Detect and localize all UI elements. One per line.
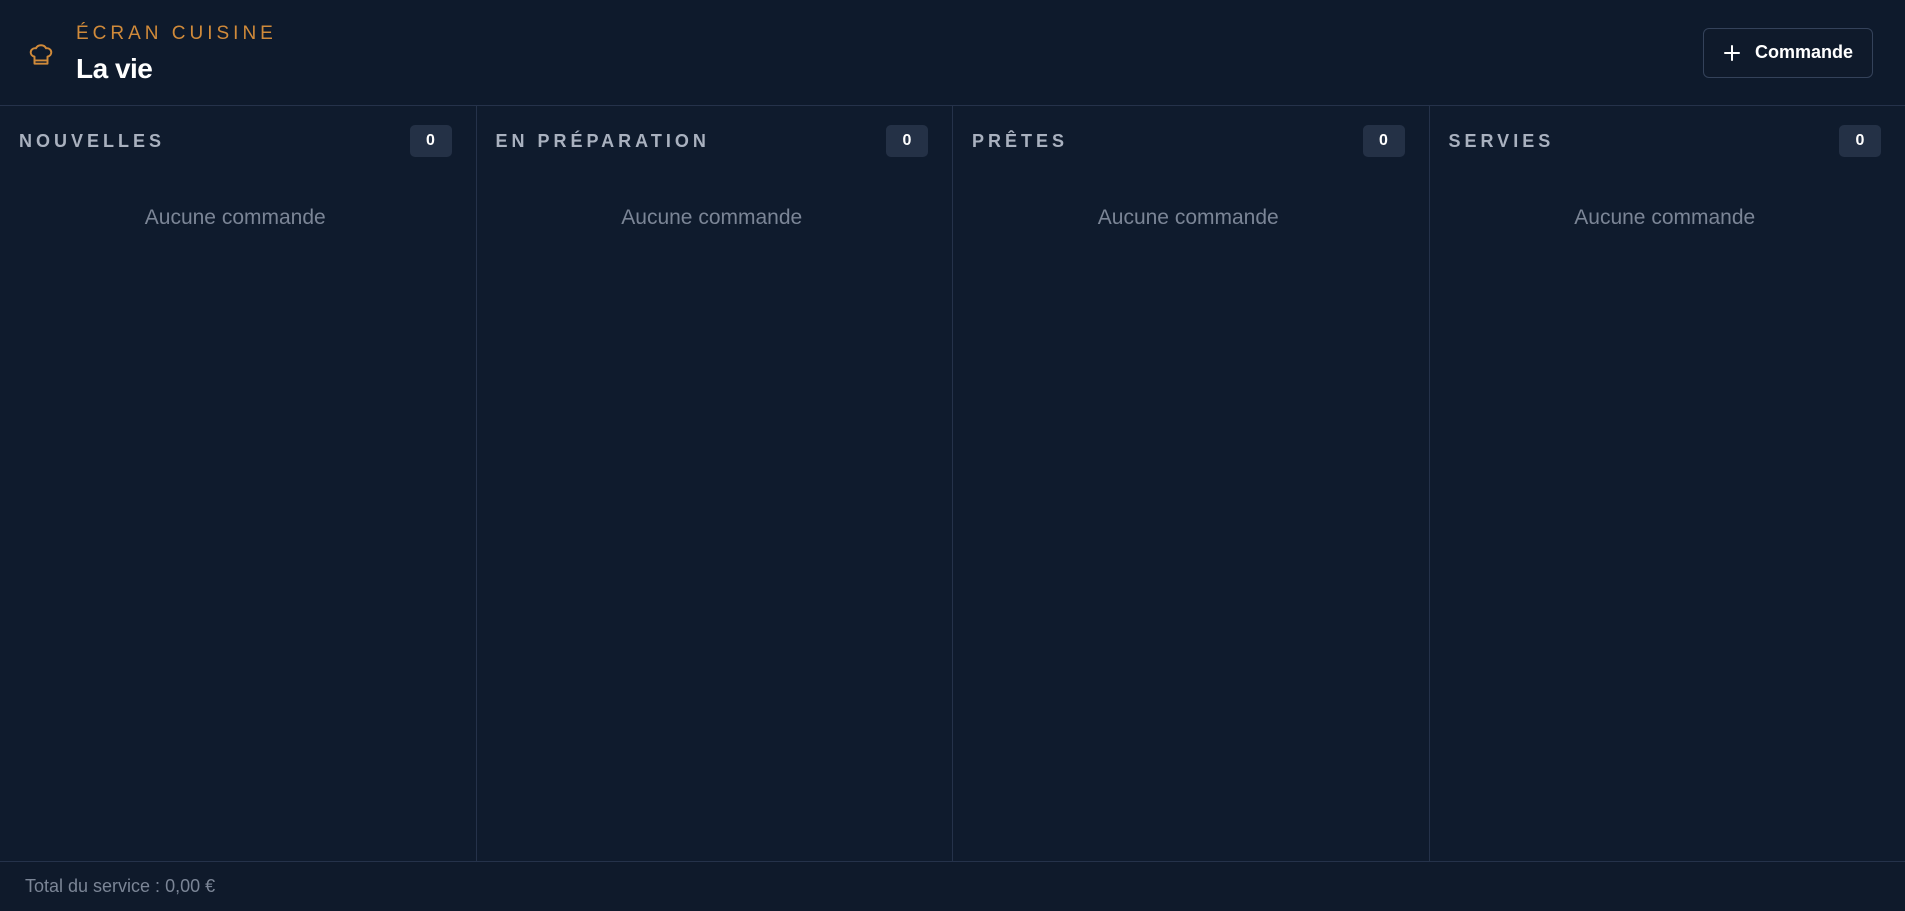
column-servies: SERVIES 0 Aucune commande <box>1429 106 1905 861</box>
count-badge: 0 <box>409 125 452 157</box>
brand: ÉCRAN CUISINE La vie <box>26 21 277 85</box>
count-badge: 0 <box>1839 125 1881 157</box>
column-en-preparation: EN PRÉPARATION 0 Aucune commande <box>476 106 953 861</box>
column-title: PRÊTES <box>972 130 1069 151</box>
empty-state: Aucune commande <box>621 206 803 229</box>
column-nouvelles: NOUVELLES 0 Aucune commande <box>0 106 477 861</box>
new-order-button[interactable]: Commande <box>1703 27 1873 78</box>
column-title: EN PRÉPARATION <box>495 130 710 151</box>
kitchen-screen: ÉCRAN CUISINE La vie Commande NOUVELLES … <box>0 0 1905 911</box>
chef-hat-icon <box>26 40 56 70</box>
order-board: NOUVELLES 0 Aucune commande EN PRÉPARATI… <box>0 106 1905 861</box>
count-badge: 0 <box>1362 125 1405 157</box>
column-header: PRÊTES 0 <box>972 124 1405 158</box>
count-badge: 0 <box>886 125 928 157</box>
column-header: EN PRÉPARATION 0 <box>495 124 928 158</box>
empty-state: Aucune commande <box>1574 206 1756 229</box>
service-total: Total du service : 0,00 € <box>25 876 216 896</box>
empty-state: Aucune commande <box>1097 206 1279 229</box>
empty-state: Aucune commande <box>144 206 326 229</box>
screen-label: ÉCRAN CUISINE <box>76 22 277 44</box>
new-order-label: Commande <box>1754 42 1853 62</box>
brand-text: ÉCRAN CUISINE La vie <box>76 23 277 85</box>
footer: Total du service : 0,00 € <box>0 861 1905 911</box>
column-title: SERVIES <box>1448 130 1555 151</box>
page-title: La vie <box>76 52 153 84</box>
column-title: NOUVELLES <box>19 130 166 151</box>
column-header: NOUVELLES 0 <box>19 124 452 158</box>
header: ÉCRAN CUISINE La vie Commande <box>0 0 1905 106</box>
column-header: SERVIES 0 <box>1448 124 1881 158</box>
column-pretes: PRÊTES 0 Aucune commande <box>953 106 1430 861</box>
plus-icon <box>1723 44 1741 62</box>
